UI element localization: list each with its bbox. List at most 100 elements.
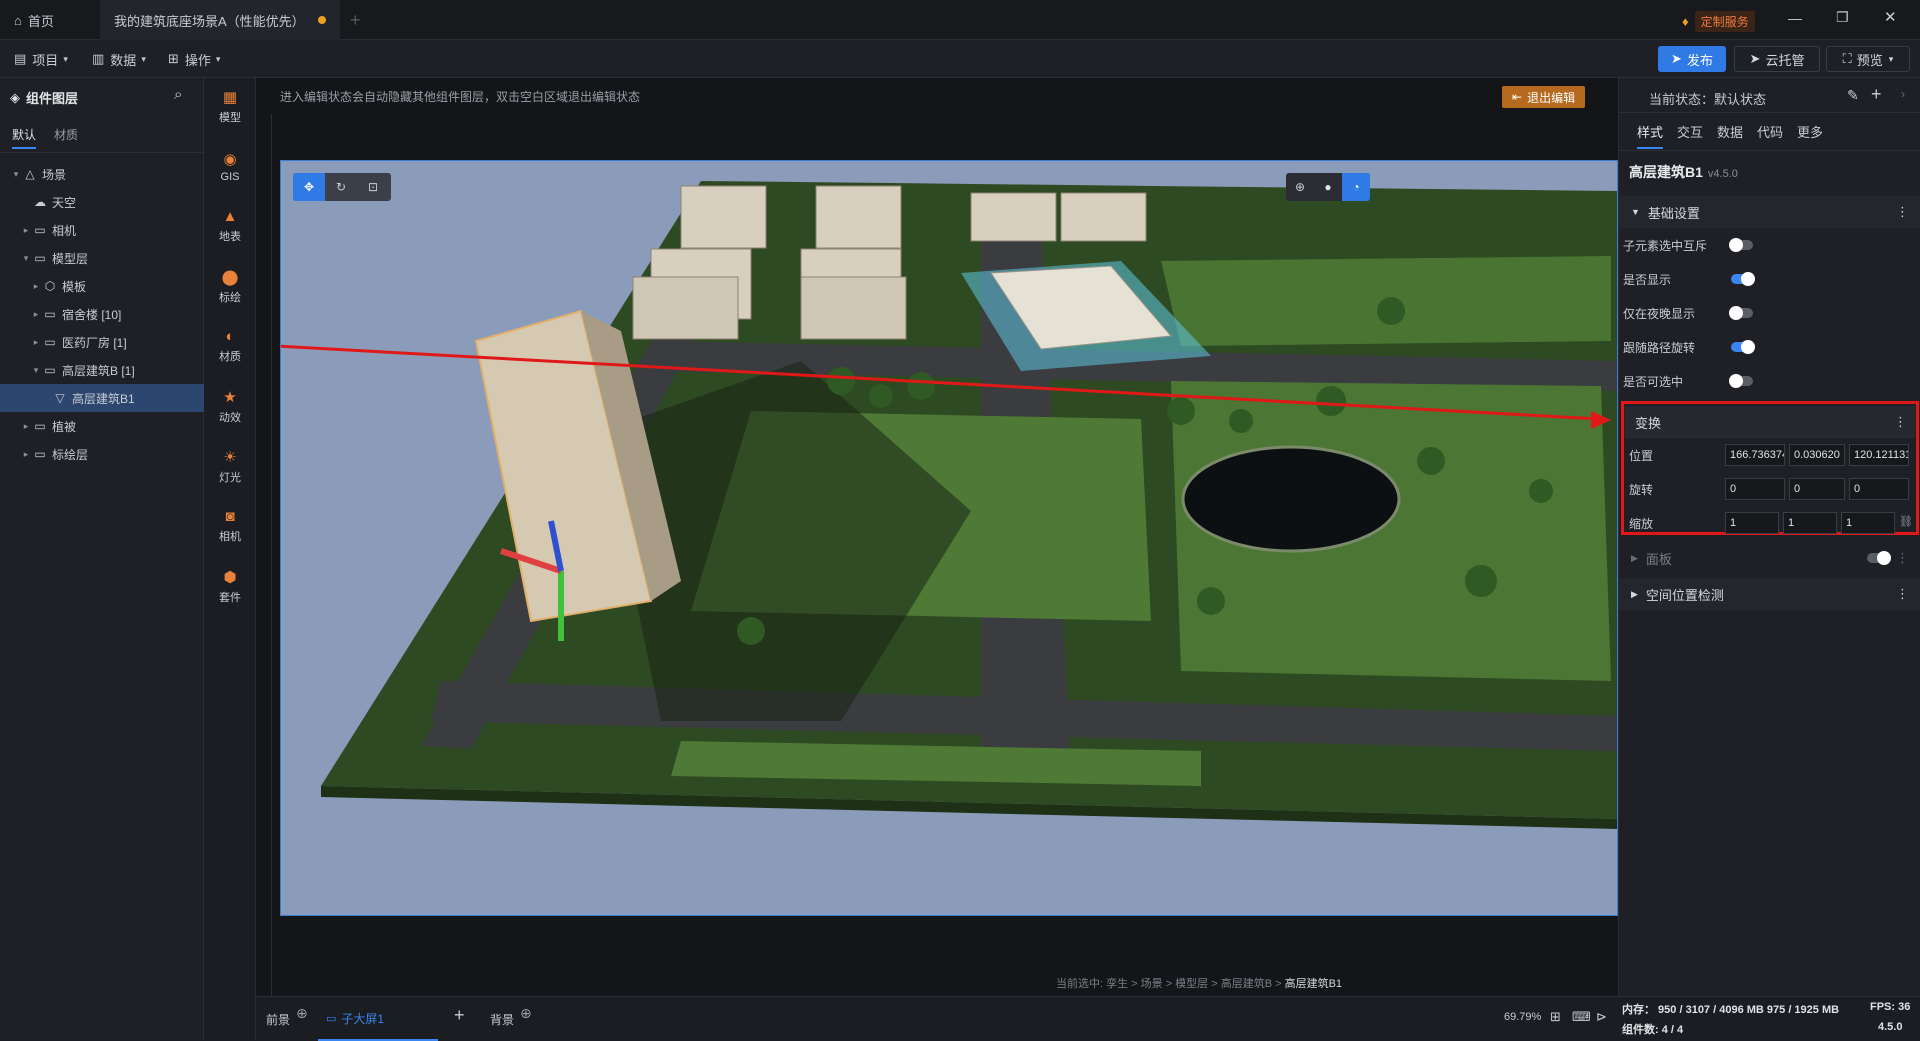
caret-down-icon[interactable]: ▾ bbox=[10, 169, 22, 180]
tool-6[interactable]: ☀ 灯光 bbox=[204, 438, 256, 494]
prop-toggle[interactable] bbox=[1729, 238, 1753, 252]
prop-tab-2[interactable]: 数据 bbox=[1717, 122, 1743, 141]
prop-toggle[interactable] bbox=[1729, 306, 1753, 320]
3d-viewport[interactable]: ✥ ↻ ⊡ ⊕ ● ◔ bbox=[280, 160, 1618, 916]
caret-right-icon[interactable]: ▸ bbox=[20, 225, 32, 236]
fit-screen-icon[interactable]: ⊞ bbox=[1550, 1009, 1561, 1025]
prop-tab-0[interactable]: 样式 bbox=[1637, 122, 1664, 149]
tool-0[interactable]: ▦ 模型 bbox=[204, 78, 256, 134]
menu-bar: ▤ 项目 ▾ ▥ 数据 ▾ ⊞ 操作 ▾ ➤ 发布 ➤ 云托管 ⛶ 预览 ▾ bbox=[0, 40, 1920, 78]
tool-5[interactable]: ★ 动效 bbox=[204, 378, 256, 434]
minimize-icon[interactable]: — bbox=[1788, 10, 1802, 26]
caret-right-icon[interactable]: ▸ bbox=[20, 421, 32, 432]
tab-home[interactable]: ⌂ 首页 bbox=[0, 0, 86, 40]
more-vertical-icon[interactable]: ⋮ bbox=[1894, 414, 1907, 430]
basic-settings-header[interactable]: ▼ 基础设置 ⋮ bbox=[1619, 196, 1920, 228]
rotation-x-input[interactable]: 0 bbox=[1725, 478, 1785, 500]
scale-z-input[interactable]: 1 bbox=[1841, 512, 1895, 534]
add-screen-icon[interactable]: + bbox=[454, 1005, 465, 1026]
add-foreground-icon[interactable]: ⊕ bbox=[296, 1005, 308, 1022]
prop-tab-3[interactable]: 代码 bbox=[1757, 122, 1783, 141]
tool-2[interactable]: ▲ 地表 bbox=[204, 198, 256, 254]
exit-edit-button[interactable]: ⇤ 退出编辑 bbox=[1502, 86, 1586, 108]
rotate-icon[interactable]: ↻ bbox=[325, 173, 357, 201]
panel-toggle[interactable] bbox=[1867, 551, 1891, 565]
tree-item[interactable]: ▸ ▭ 相机 bbox=[0, 216, 204, 244]
cloud-host-button[interactable]: ➤ 云托管 bbox=[1734, 46, 1820, 72]
caret-down-icon[interactable]: ▾ bbox=[30, 365, 42, 376]
globe-icon[interactable]: ⊕ bbox=[1286, 173, 1314, 201]
foreground-tab[interactable]: 前景 bbox=[266, 1011, 290, 1028]
chevron-right-icon[interactable]: › bbox=[1901, 87, 1905, 101]
editor-canvas[interactable]: 进入编辑状态会自动隐藏其他组件图层，双击空白区域退出编辑状态 ⇤ 退出编辑 ✥ … bbox=[256, 78, 1618, 996]
tool-7[interactable]: ◙ 相机 bbox=[204, 498, 256, 554]
tool-4[interactable]: ◐ 材质 bbox=[204, 318, 256, 374]
tool-3[interactable]: ⬤ 标绘 bbox=[204, 258, 256, 314]
edit-state-icon[interactable]: ✎ bbox=[1847, 87, 1859, 104]
tree-item[interactable]: ▸ ▭ 医药厂房 [1] bbox=[0, 328, 204, 356]
scale-x-input[interactable]: 1 bbox=[1725, 512, 1779, 534]
tree-item[interactable]: ▸ ▭ 植被 bbox=[0, 412, 204, 440]
publish-button[interactable]: ➤ 发布 bbox=[1658, 46, 1726, 72]
prop-toggle[interactable] bbox=[1731, 272, 1755, 286]
spatial-check-header[interactable]: ▶ 空间位置检测 ⋮ bbox=[1619, 578, 1920, 610]
terminal-icon[interactable]: ⊳ bbox=[1596, 1009, 1607, 1025]
add-state-icon[interactable]: + bbox=[1871, 84, 1882, 105]
tree-item[interactable]: ▸ ⬡ 模板 bbox=[0, 272, 204, 300]
menu-project[interactable]: ▤ 项目 ▾ bbox=[14, 40, 68, 78]
rotation-z-input[interactable]: 0 bbox=[1849, 478, 1909, 500]
background-tab[interactable]: 背景 bbox=[490, 1011, 514, 1028]
scale-icon[interactable]: ⊡ bbox=[357, 173, 389, 201]
tab-material[interactable]: 材质 bbox=[54, 126, 78, 143]
restore-icon[interactable]: ❐ bbox=[1836, 9, 1849, 26]
search-icon[interactable]: ⌕ bbox=[174, 86, 182, 103]
transform-label: 变换 bbox=[1635, 415, 1662, 431]
prop-tab-1[interactable]: 交互 bbox=[1677, 122, 1703, 141]
more-vertical-icon[interactable]: ⋮ bbox=[1896, 586, 1909, 602]
tool-1[interactable]: ◉ GIS bbox=[204, 138, 256, 194]
tree-item[interactable]: ▽ 高层建筑B1 bbox=[0, 384, 204, 412]
caret-right-icon[interactable]: ▸ bbox=[20, 449, 32, 460]
position-z-input[interactable]: 120.121131 bbox=[1849, 444, 1909, 466]
menu-data[interactable]: ▥ 数据 ▾ bbox=[92, 40, 146, 78]
caret-right-icon[interactable]: ▸ bbox=[30, 309, 42, 320]
move-icon[interactable]: ✥ bbox=[293, 173, 325, 201]
orbit-icon[interactable]: ◔ bbox=[1342, 173, 1370, 201]
tree-item[interactable]: ▾ △ 场景 bbox=[0, 160, 204, 188]
custom-service-button[interactable]: ♦ 定制服务 bbox=[1682, 11, 1755, 32]
tree-item[interactable]: ☁ 天空 bbox=[0, 188, 204, 216]
add-background-icon[interactable]: ⊕ bbox=[520, 1005, 532, 1022]
scale-y-input[interactable]: 1 bbox=[1783, 512, 1837, 534]
preview-button[interactable]: ⛶ 预览 ▾ bbox=[1826, 46, 1910, 72]
tree-item[interactable]: ▸ ▭ 宿舍楼 [10] bbox=[0, 300, 204, 328]
position-y-input[interactable]: 0.030620 bbox=[1789, 444, 1845, 466]
more-vertical-icon[interactable]: ⋮ bbox=[1896, 204, 1909, 220]
position-x-input[interactable]: 166.736374 bbox=[1725, 444, 1785, 466]
tree-item[interactable]: ▾ ▭ 高层建筑B [1] bbox=[0, 356, 204, 384]
menu-operate[interactable]: ⊞ 操作 ▾ bbox=[168, 40, 220, 78]
tool-8[interactable]: ⬢ 套件 bbox=[204, 558, 256, 614]
close-icon[interactable]: ✕ bbox=[1884, 8, 1897, 26]
link-icon[interactable]: ⛓ bbox=[1899, 515, 1913, 528]
panel-section-header[interactable]: ▶ 面板 ⋮ bbox=[1619, 542, 1920, 574]
caret-right-icon[interactable]: ▸ bbox=[30, 337, 42, 348]
sub-screen-tab[interactable]: ▭ 子大屏1 bbox=[318, 997, 438, 1041]
keyboard-icon[interactable]: ⌨ bbox=[1572, 1009, 1591, 1025]
caret-right-icon: ▶ bbox=[1631, 552, 1638, 563]
transform-header[interactable]: 变换 ⋮ bbox=[1625, 406, 1915, 438]
tree-item[interactable]: ▾ ▭ 模型层 bbox=[0, 244, 204, 272]
prop-toggle[interactable] bbox=[1729, 374, 1753, 388]
sphere-icon[interactable]: ● bbox=[1314, 173, 1342, 201]
edit-hint-bar: 进入编辑状态会自动隐藏其他组件图层，双击空白区域退出编辑状态 bbox=[256, 78, 1618, 114]
prop-tab-4[interactable]: 更多 bbox=[1797, 122, 1823, 141]
caret-down-icon[interactable]: ▾ bbox=[20, 253, 32, 264]
rotation-y-input[interactable]: 0 bbox=[1789, 478, 1845, 500]
tree-item[interactable]: ▸ ▭ 标绘层 bbox=[0, 440, 204, 468]
tab-default[interactable]: 默认 bbox=[12, 126, 37, 149]
prop-toggle[interactable] bbox=[1731, 340, 1755, 354]
new-tab-plus-icon[interactable]: + bbox=[350, 10, 361, 31]
more-vertical-icon[interactable]: ⋮ bbox=[1896, 550, 1909, 566]
caret-right-icon[interactable]: ▸ bbox=[30, 281, 42, 292]
folder-icon: ▭ bbox=[34, 419, 46, 433]
tab-document[interactable]: 我的建筑底座场景A（性能优先） bbox=[100, 0, 340, 40]
